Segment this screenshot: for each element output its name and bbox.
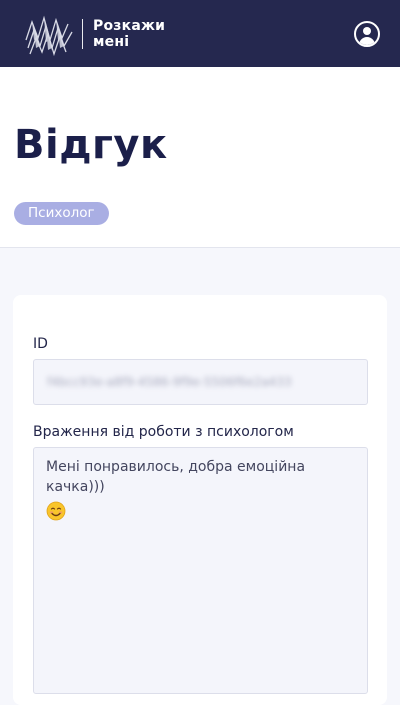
id-label: ID bbox=[33, 336, 48, 352]
app-name-line2: мені bbox=[93, 33, 130, 50]
logo-mark-icon bbox=[25, 15, 73, 56]
top-navbar: Розкажи мені bbox=[0, 0, 400, 67]
comment-textarea[interactable]: Мені понравилось, добра емоційна качка))… bbox=[33, 447, 368, 694]
category-badge: Психолог bbox=[14, 202, 109, 225]
account-icon[interactable] bbox=[354, 21, 380, 47]
id-value: f4bcc93e-a8f9-4586-9f9e-5506f6e2a433 bbox=[47, 375, 292, 389]
page-title: Відгук bbox=[14, 122, 168, 168]
app-logo[interactable]: Розкажи мені bbox=[22, 10, 165, 58]
smiling-face-emoji-icon bbox=[46, 501, 66, 521]
app-name-line1: Розкажи bbox=[93, 17, 166, 34]
app-name: Розкажи мені bbox=[93, 18, 165, 50]
page-header: Відгук Психолог bbox=[0, 67, 400, 248]
logo-divider bbox=[82, 18, 83, 49]
id-field[interactable]: f4bcc93e-a8f9-4586-9f9e-5506f6e2a433 bbox=[33, 359, 368, 405]
feedback-card: ID f4bcc93e-a8f9-4586-9f9e-5506f6e2a433 … bbox=[13, 295, 387, 705]
comment-text: Мені понравилось, добра емоційна качка))… bbox=[46, 459, 306, 495]
comment-label: Враження від роботи з психологом bbox=[33, 424, 294, 440]
